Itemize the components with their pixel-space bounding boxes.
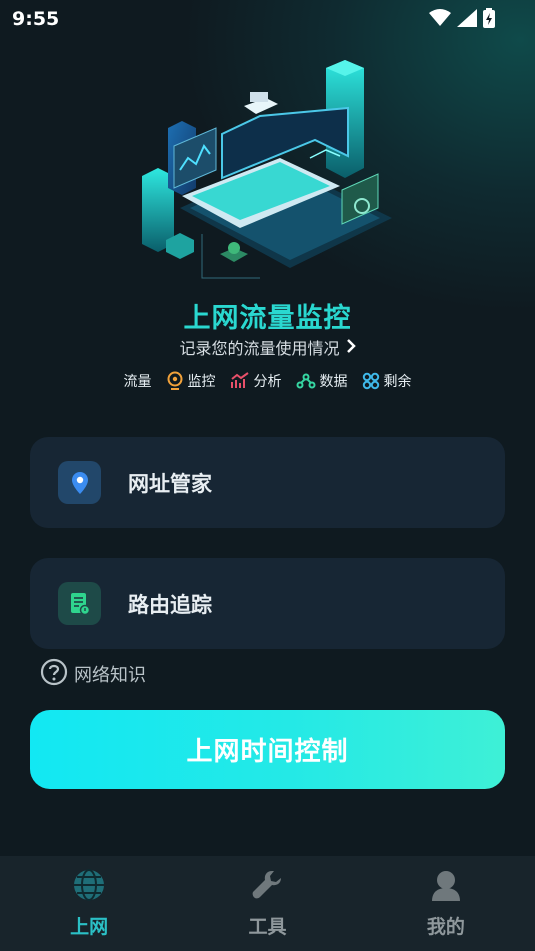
- feature-label: 剩余: [383, 374, 412, 390]
- app-screen: 9:55 上网流量监控 记录您的流量使用情况 流量 监控 分析 数据 剩余 网址…: [0, 0, 535, 951]
- grid-icon: [362, 372, 380, 390]
- nav-label: 我的: [426, 916, 465, 938]
- feature-tags: 流量 监控 分析 数据 剩余: [0, 371, 535, 391]
- person-icon: [429, 868, 463, 906]
- status-bar: 9:55: [0, 0, 535, 36]
- nodes-icon: [296, 372, 316, 390]
- card-label: 路由追踪: [128, 592, 212, 617]
- feature-analysis: 分析: [230, 371, 282, 391]
- nav-item-tools[interactable]: 工具: [178, 856, 356, 951]
- cta-label: 上网时间控制: [186, 737, 349, 767]
- question-circle-icon: [40, 658, 68, 690]
- nav-label: 工具: [248, 916, 287, 938]
- feature-data: 数据: [296, 371, 348, 391]
- route-trace-card[interactable]: 路由追踪: [30, 558, 505, 649]
- nav-item-mine[interactable]: 我的: [357, 856, 535, 951]
- globe-icon: [72, 868, 106, 906]
- chevron-right-icon: [346, 338, 356, 357]
- feature-label: 流量: [123, 374, 152, 390]
- battery-icon: [483, 8, 495, 32]
- bottom-nav: 上网 工具 我的: [0, 856, 535, 951]
- card-label: 网址管家: [128, 471, 212, 496]
- location-pin-icon: [166, 371, 184, 391]
- address-manager-card[interactable]: 网址管家: [30, 437, 505, 528]
- knowledge-label: 网络知识: [74, 665, 146, 686]
- wrench-icon: [250, 868, 284, 906]
- page-title: 上网流量监控: [183, 303, 352, 334]
- hero-illustration: [130, 58, 405, 288]
- feature-traffic: 流量: [124, 371, 152, 391]
- subtitle-text: 记录您的流量使用情况: [179, 339, 340, 358]
- feature-monitor: 监控: [166, 371, 216, 391]
- feature-label: 数据: [319, 374, 348, 390]
- status-time: 9:55: [12, 8, 60, 30]
- signal-icon: [457, 9, 477, 31]
- network-knowledge-link[interactable]: 网络知识: [40, 658, 146, 690]
- subtitle-link[interactable]: 记录您的流量使用情况: [0, 335, 535, 359]
- trend-chart-icon: [230, 372, 250, 390]
- status-icons: [429, 8, 495, 32]
- wifi-icon: [429, 9, 451, 31]
- feature-label: 监控: [187, 374, 216, 390]
- feature-remaining: 剩余: [362, 371, 412, 391]
- feature-label: 分析: [253, 374, 282, 390]
- time-control-button[interactable]: 上网时间控制: [30, 710, 505, 789]
- nav-item-internet[interactable]: 上网: [0, 856, 178, 951]
- document-icon: [58, 582, 101, 625]
- location-pin-icon: [58, 461, 101, 504]
- nav-label: 上网: [70, 916, 109, 938]
